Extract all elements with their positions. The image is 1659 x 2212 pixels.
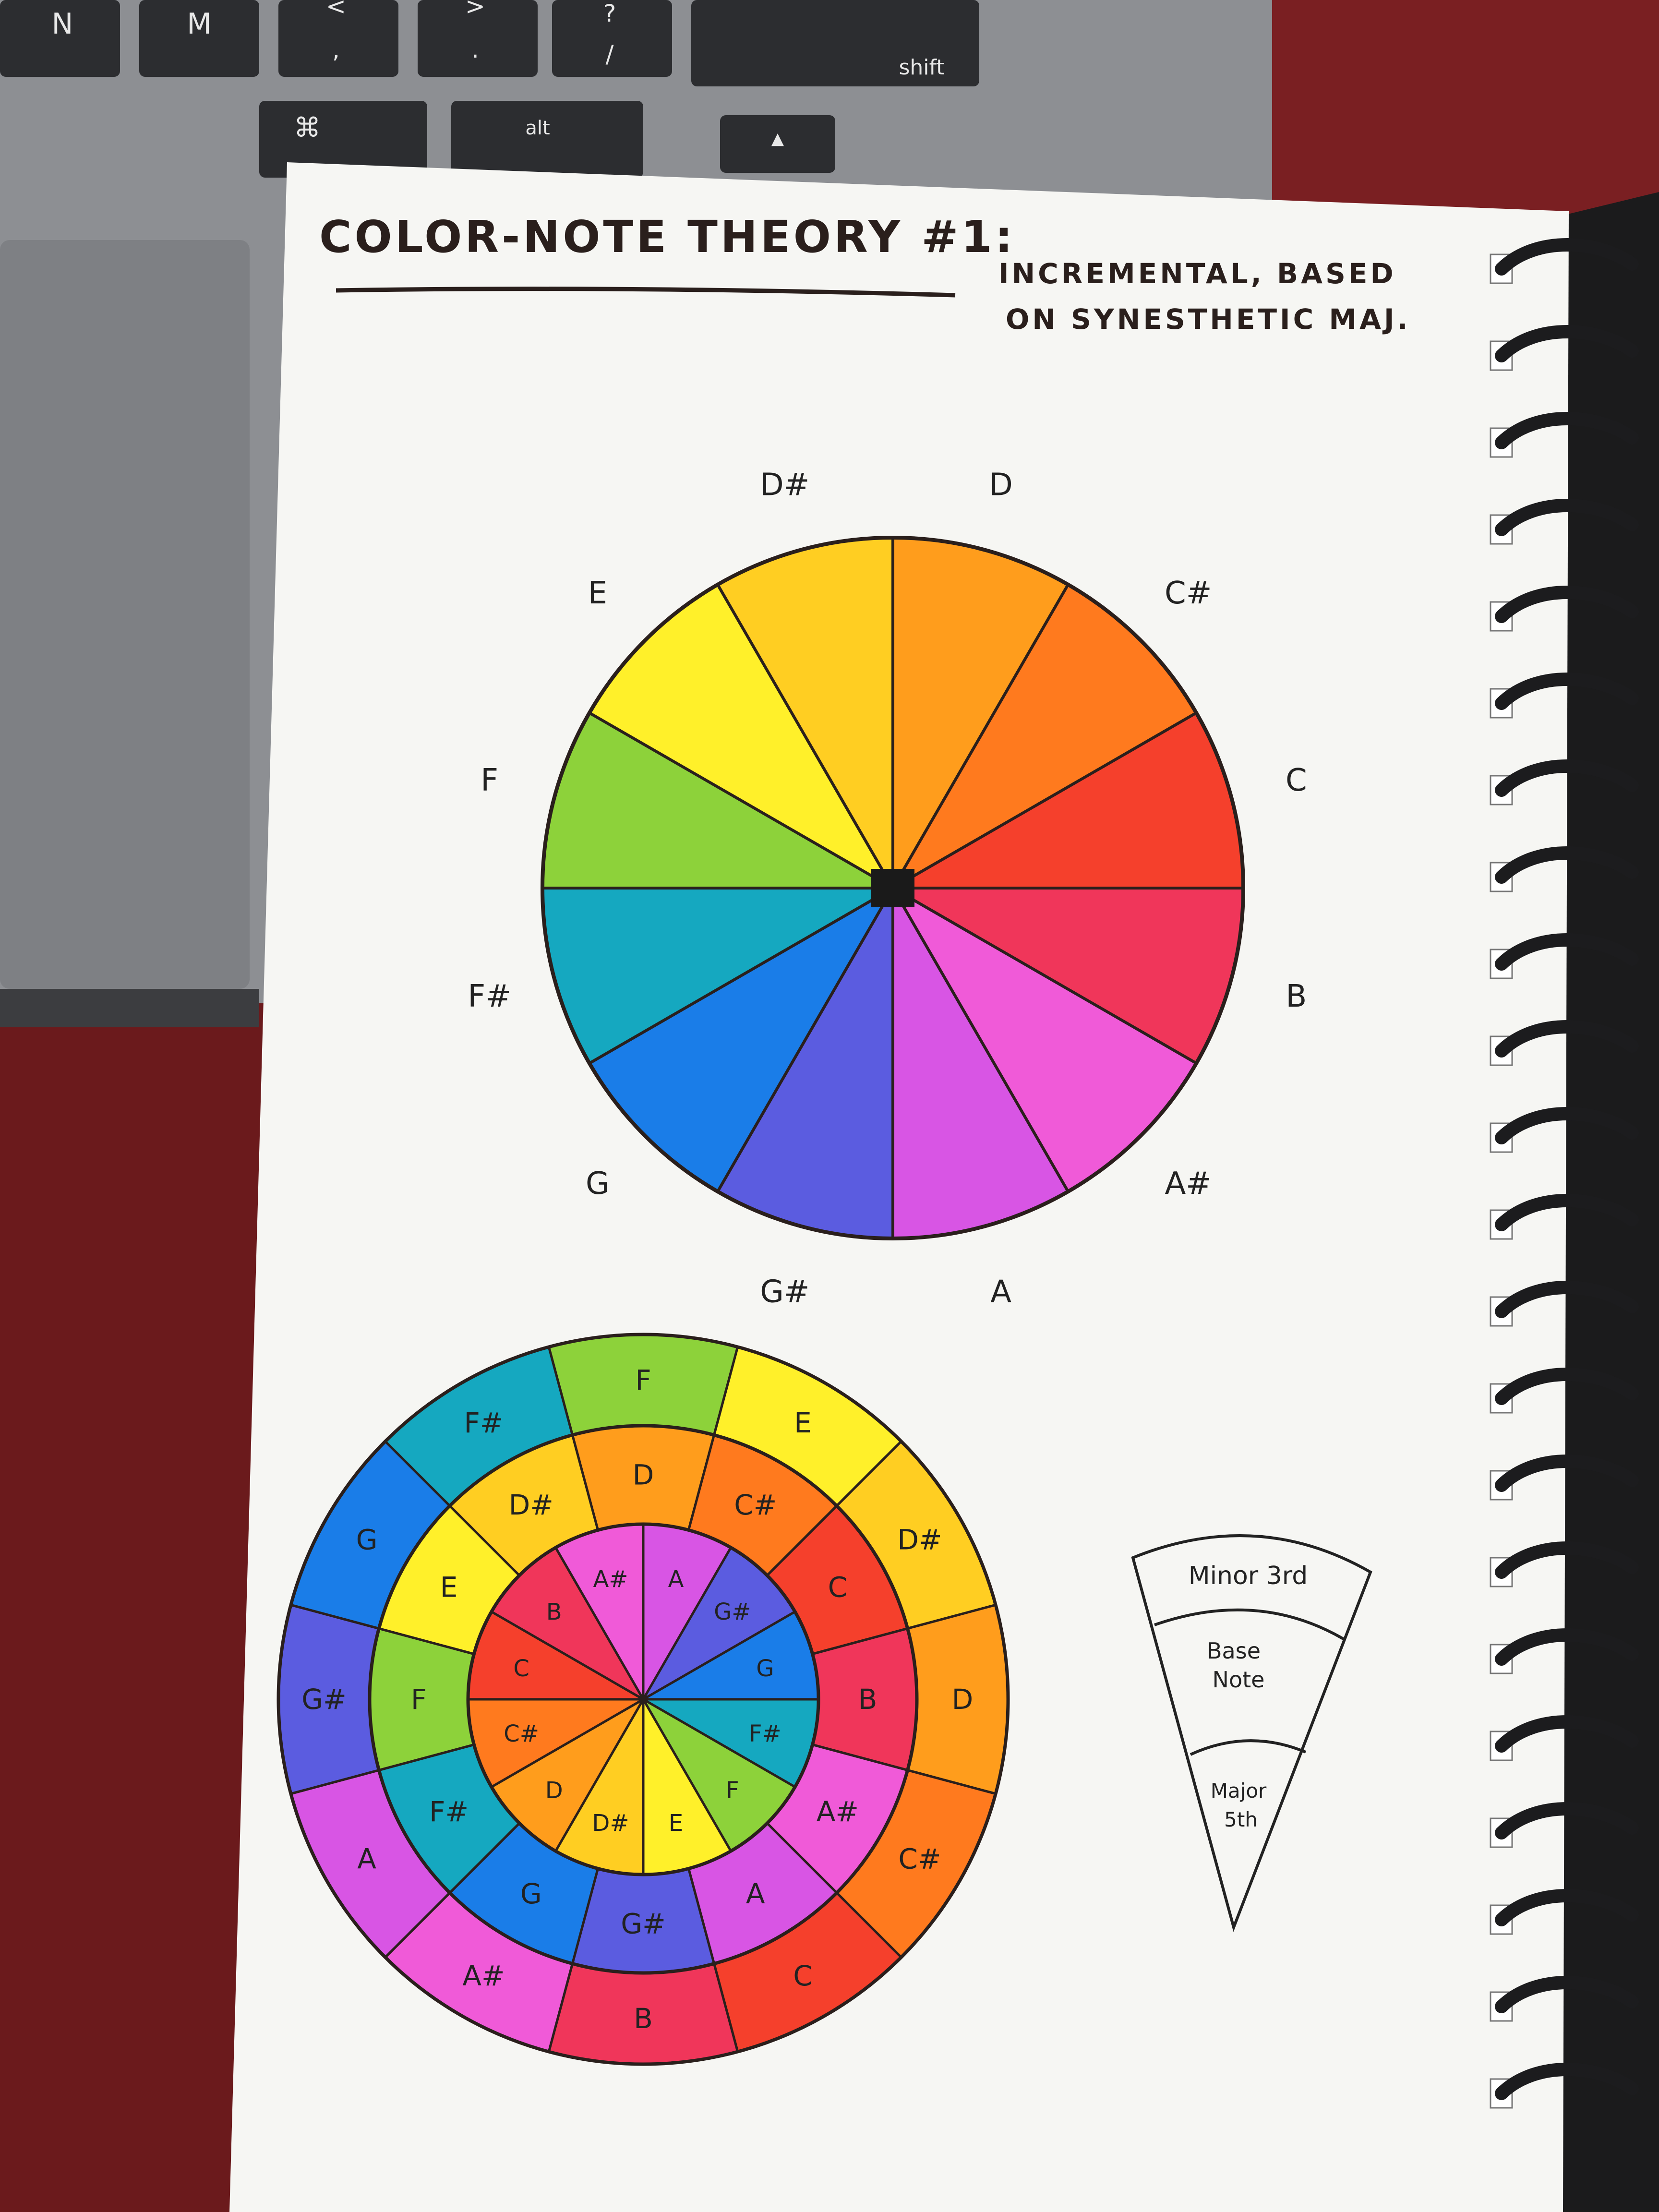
notebook-photo: N M < , > . ? / shift ⌘ alt ▲ COLOR-NOTE… [0, 0, 1659, 2212]
trackpad [0, 240, 250, 989]
key-command-label: ⌘ [294, 112, 321, 144]
wheel1-label-f-sharp: F# [468, 979, 511, 1014]
key-m-label: M [187, 7, 212, 41]
legend-minor-third: Minor 3rd [1189, 1562, 1308, 1590]
wheel2-outer-label-a: A [357, 1843, 376, 1875]
wheel2-middle-label-g: G [520, 1877, 542, 1910]
wheel2-middle-label-d-sharp: D# [509, 1489, 553, 1521]
wheel2-inner-label-c-sharp: C# [504, 1720, 539, 1747]
legend-base-line1: Base [1207, 1638, 1261, 1664]
key-up-label: ▲ [771, 129, 784, 148]
laptop-edge [0, 989, 259, 1027]
wheel2-middle-label-e: E [440, 1571, 458, 1603]
wheel2-outer-label-f: F [635, 1364, 651, 1396]
color-wheel-triple: F E D# D C# C B A# A G# G F# D C# C B A# A G# G F# F E D# A G# G F#… [276, 1333, 1010, 2066]
key-slash-bottom: / [606, 40, 614, 68]
wheel2-middle-label-b: B [858, 1683, 878, 1716]
wheel1-label-g: G [586, 1166, 610, 1202]
wheel1-label-d-sharp: D# [760, 468, 809, 503]
wheel2-outer-label-c-sharp: C# [898, 1843, 941, 1875]
wheel1-label-a-sharp: A# [1165, 1166, 1211, 1202]
legend-major-line2: 5th [1224, 1808, 1258, 1831]
wheel2-outer-label-d: D [952, 1683, 974, 1716]
wheel1-label-f: F [481, 763, 498, 798]
key-comma-top: < [326, 0, 346, 20]
page-title: COLOR-NOTE THEORY #1: [319, 211, 1015, 263]
legend-base-line2: Note [1213, 1667, 1265, 1693]
wheel2-middle-label-a-sharp: A# [817, 1795, 859, 1828]
wheel2-inner-label-g-sharp: G# [714, 1599, 751, 1625]
wheel2-middle-label-a: A [746, 1877, 765, 1910]
wheel1-label-c-sharp: C# [1165, 576, 1212, 611]
wheel2-inner-label-d-sharp: D# [592, 1810, 629, 1837]
key-alt-label: alt [525, 117, 550, 139]
wheel2-outer-label-b: B [634, 2002, 653, 2035]
wheel1-label-a: A [990, 1274, 1011, 1310]
page-subtitle-line1: INCREMENTAL, BASED [998, 257, 1396, 290]
wheel1-label-d: D [989, 468, 1013, 503]
key-alt[interactable] [451, 101, 643, 178]
wheel2-outer-label-f-sharp: F# [464, 1407, 504, 1439]
wheel2-inner-label-f: F [726, 1777, 739, 1804]
wheel1-label-e: E [588, 576, 607, 611]
wheel2-outer-label-g-sharp: G# [301, 1683, 347, 1716]
wheel2-middle-label-c-sharp: C# [734, 1489, 777, 1521]
wheel1-center [871, 869, 914, 907]
key-shift-label: shift [899, 55, 944, 80]
wheel2-outer-label-a-sharp: A# [462, 1960, 505, 1992]
wheel2-inner-label-c: C [513, 1655, 529, 1682]
wheel1-label-c: C [1286, 763, 1307, 798]
page-subtitle-line2: ON SYNESTHETIC MAJ. [1006, 303, 1411, 336]
wheel2-outer-label-g: G [356, 1524, 378, 1556]
wheel2-inner-label-b: B [546, 1599, 562, 1625]
key-comma-bottom: , [332, 36, 340, 63]
wheel2-middle-label-d: D [633, 1459, 654, 1491]
wheel2-middle-label-f-sharp: F# [429, 1795, 469, 1828]
wheel2-inner-label-g: G [756, 1655, 774, 1682]
wheel2-inner-label-f-sharp: F# [749, 1720, 781, 1747]
wheel2-middle-label-g-sharp: G# [621, 1908, 666, 1940]
wheel2-outer-label-c: C [793, 1960, 813, 1992]
wheel2-inner-label-e: E [669, 1810, 683, 1837]
key-period-top: > [465, 0, 485, 20]
color-wheel-single: D C# C B A# A G# G F# F E D# [468, 468, 1307, 1310]
wheel2-middle-label-c: C [828, 1571, 848, 1603]
wheel1-label-g-sharp: G# [760, 1274, 809, 1310]
wheel2-middle-label-f: F [411, 1683, 427, 1716]
legend-major-line1: Major [1211, 1779, 1267, 1803]
wheel2-inner-label-a: A [668, 1566, 684, 1593]
key-slash-top: ? [603, 0, 616, 27]
wheel2-inner-label-a-sharp: A# [593, 1566, 628, 1593]
key-n-label: N [52, 7, 73, 41]
wheel2-outer-label-d-sharp: D# [897, 1524, 942, 1556]
key-period-bottom: . [471, 36, 479, 63]
wheel2-inner-label-d: D [545, 1777, 563, 1804]
wheel1-label-b: B [1286, 979, 1307, 1014]
wheel2-outer-label-e: E [794, 1407, 812, 1439]
